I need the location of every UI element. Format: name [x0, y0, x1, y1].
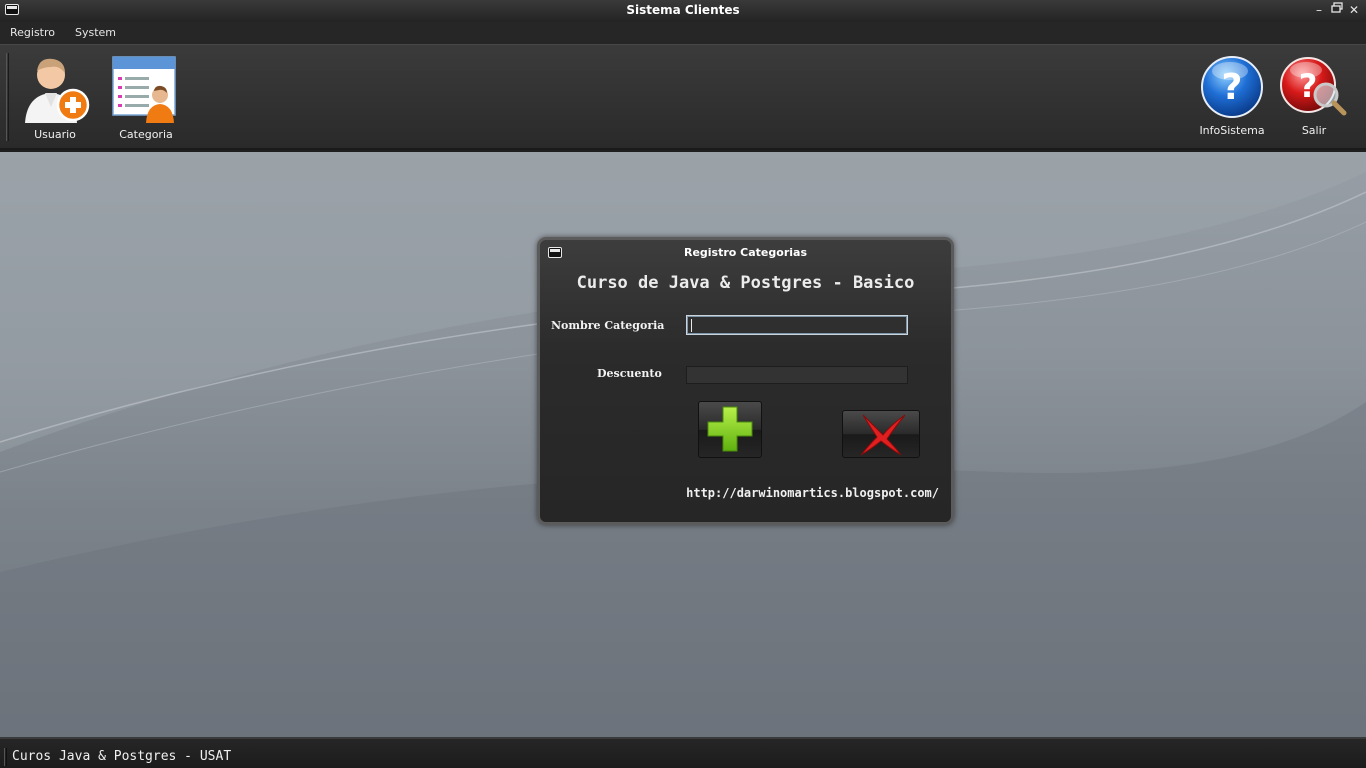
- menu-registro[interactable]: Registro: [10, 26, 55, 39]
- salir-button[interactable]: ? Salir: [1278, 53, 1350, 143]
- help-icon: ?: [1201, 56, 1263, 118]
- restore-icon[interactable]: [1329, 2, 1345, 18]
- dialog-heading: Curso de Java & Postgres - Basico: [576, 273, 915, 293]
- categoria-button[interactable]: Categoria: [108, 49, 184, 145]
- help-search-icon: ?: [1280, 57, 1347, 116]
- blog-url[interactable]: http://darwinomartics.blogspot.com/: [686, 486, 939, 500]
- cancel-icon: [860, 414, 906, 456]
- category-list-icon: [112, 56, 176, 123]
- minimize-icon[interactable]: –: [1311, 2, 1327, 18]
- infosistema-button[interactable]: ? InfoSistema: [1196, 53, 1268, 143]
- nombre-categoria-input[interactable]: [686, 315, 908, 335]
- registro-categorias-dialog: Registro Categorias Curso de Java & Post…: [537, 237, 954, 525]
- dialog-title: Registro Categorias: [683, 246, 807, 259]
- cancel-button[interactable]: [842, 410, 920, 458]
- categoria-label: Categoria: [119, 128, 173, 141]
- nombre-categoria-label: Nombre Categoria: [551, 319, 665, 332]
- add-user-icon: [25, 58, 90, 123]
- close-icon[interactable]: ✕: [1346, 2, 1362, 18]
- title-bar: Sistema Clientes – ✕: [0, 0, 1366, 22]
- statusbar-grip: [4, 748, 7, 766]
- status-bar: Curos Java & Postgres - USAT: [0, 737, 1366, 768]
- status-text: Curos Java & Postgres - USAT: [12, 749, 232, 764]
- toolbar-grip[interactable]: [6, 53, 9, 141]
- add-button[interactable]: [698, 401, 762, 458]
- menu-bar: Registro System: [0, 22, 1366, 44]
- descuento-input[interactable]: [686, 366, 908, 384]
- infosistema-label: InfoSistema: [1199, 124, 1265, 137]
- add-icon: [707, 406, 753, 452]
- salir-label: Salir: [1301, 124, 1327, 137]
- svg-text:?: ?: [1222, 67, 1243, 108]
- toolbar: Usuario Categoria ? InfoSistema ? Salir: [0, 44, 1366, 150]
- usuario-label: Usuario: [34, 128, 76, 141]
- text-caret: [691, 319, 692, 332]
- usuario-button[interactable]: Usuario: [17, 49, 93, 145]
- window-title: Sistema Clientes: [626, 3, 740, 17]
- descuento-label: Descuento: [597, 367, 662, 380]
- desktop-area: Registro Categorias Curso de Java & Post…: [0, 152, 1366, 737]
- menu-system[interactable]: System: [75, 26, 116, 39]
